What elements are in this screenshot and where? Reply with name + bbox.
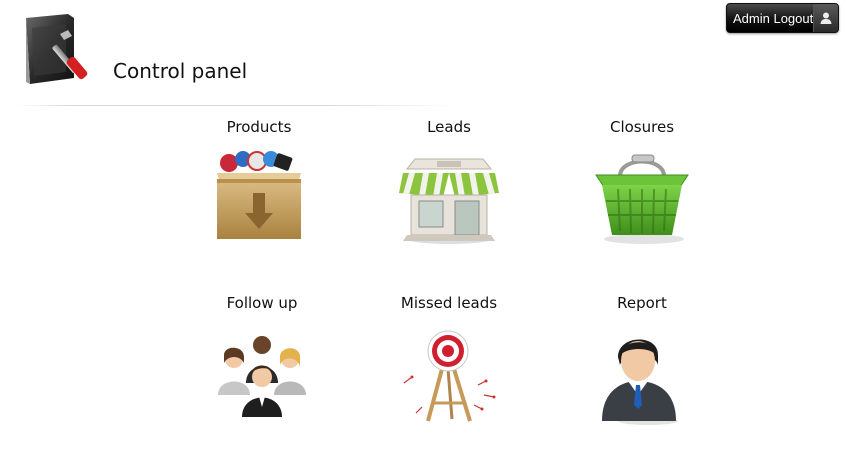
target-easel-icon	[403, 330, 496, 422]
user-icon	[813, 4, 838, 32]
storefront-icon	[399, 158, 499, 244]
tile-missed-leads-label: Missed leads	[400, 294, 498, 312]
tile-products-label: Products	[226, 118, 292, 136]
tile-follow-up-label: Follow up	[226, 294, 298, 312]
tile-follow-up[interactable]: Follow up	[182, 293, 342, 417]
admin-logout-button[interactable]: Admin Logout	[726, 3, 839, 33]
shopping-basket-icon	[595, 154, 689, 244]
page-title: Control panel	[113, 59, 248, 83]
tile-leads-label: Leads	[427, 118, 471, 136]
tile-missed-leads[interactable]: Missed leads	[369, 293, 529, 425]
tile-report[interactable]: Report	[562, 293, 722, 425]
tile-closures-label: Closures	[609, 118, 675, 136]
header-divider	[16, 105, 456, 106]
people-group-icon	[218, 336, 306, 417]
box-download-icon	[217, 151, 301, 239]
tile-products[interactable]: Products	[179, 117, 339, 245]
tile-leads[interactable]: Leads	[369, 117, 529, 245]
tile-report-label: Report	[617, 294, 667, 312]
admin-logout-label: Admin Logout	[733, 10, 814, 26]
tile-closures[interactable]: Closures	[562, 117, 722, 245]
businessman-icon	[602, 339, 678, 425]
folder-tools-icon	[22, 12, 94, 88]
